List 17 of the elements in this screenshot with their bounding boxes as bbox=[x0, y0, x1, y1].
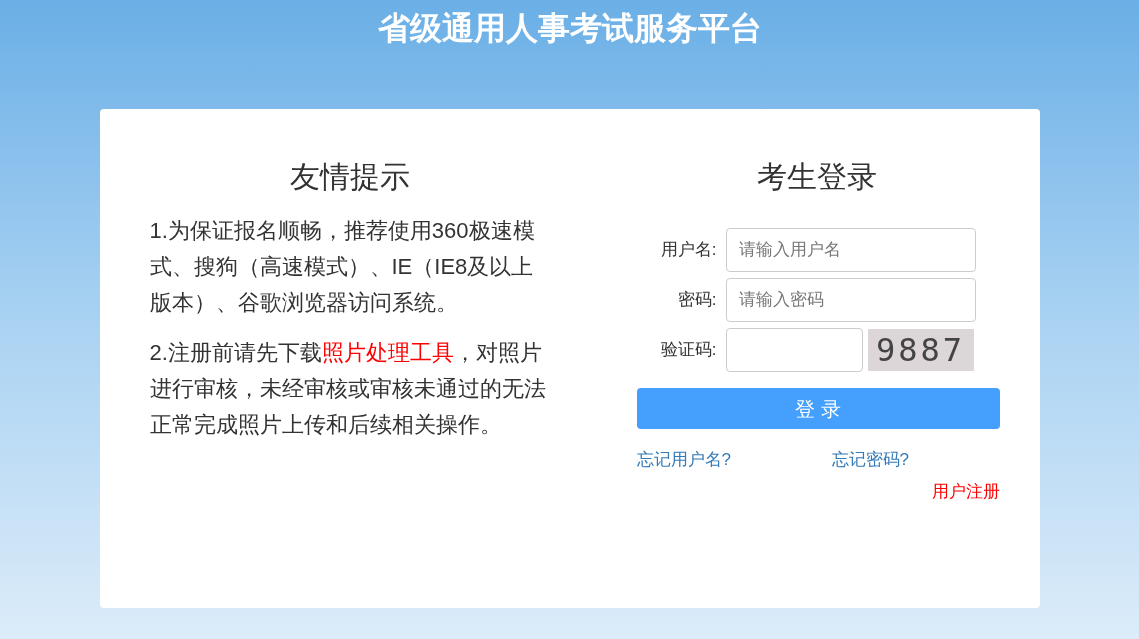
tip-paragraph: 2.注册前请先下载照片处理工具，对照片进行审核，未经审核或审核未通过的无法正常完成照片上传和后续相关操作。 bbox=[149, 339, 547, 439]
page-title: 省级通用人事考试服务平台 bbox=[377, 9, 762, 48]
register-link[interactable]: 用户注册 bbox=[931, 478, 1000, 504]
photo-tool-link[interactable]: 照片处理工具 bbox=[321, 340, 454, 365]
field-label: 验证码: bbox=[659, 339, 717, 362]
captcha-image[interactable]: 9887 bbox=[867, 329, 974, 371]
forgot-password-link[interactable]: 忘记密码? bbox=[831, 447, 909, 473]
login-button[interactable]: 登 录 bbox=[636, 388, 1000, 429]
forgot-username-link[interactable]: 忘记用户名? bbox=[636, 447, 832, 473]
field-label: 密码: bbox=[676, 289, 717, 312]
tips-heading: 友情提示 bbox=[288, 159, 411, 195]
field-label: 用户名: bbox=[659, 239, 717, 262]
password-field[interactable]: 请输入密码 bbox=[725, 278, 976, 322]
login-heading: 考生登录 bbox=[755, 159, 878, 195]
captcha-field[interactable] bbox=[725, 328, 863, 372]
tip-paragraph: 1.为保证报名顺畅，推荐使用360极速模式、搜狗（高速模式）、IE（IE8及以上版本）、谷歌浏览器访问系统。 bbox=[149, 217, 536, 317]
username-field[interactable]: 请输入用户名 bbox=[725, 228, 976, 272]
